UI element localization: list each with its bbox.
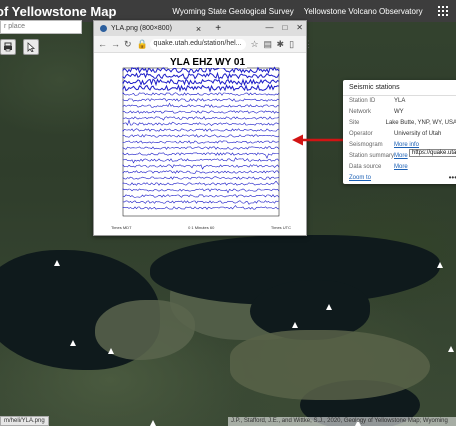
seismogram-trace (122, 110, 280, 114)
link-tooltip: https://quake.utah (409, 149, 456, 157)
station-marker[interactable] (448, 346, 454, 352)
seismogram-trace (122, 152, 280, 159)
popup-row-key: Network (349, 109, 372, 115)
popup-title: Seismic stations (343, 80, 456, 96)
popup-row-key: Seismogram (349, 142, 383, 148)
seismogram-trace (122, 157, 280, 164)
app-header: of Yellowstone Map Wyoming State Geologi… (0, 0, 456, 22)
seismogram-trace (122, 200, 280, 205)
browser-tab-title[interactable]: YLA.png (800×800) (111, 25, 172, 32)
popup-row-key: Operator (349, 131, 373, 137)
seismogram-trace (122, 119, 280, 127)
forward-icon[interactable]: → (111, 39, 120, 49)
back-icon[interactable]: ← (98, 39, 107, 49)
seismogram-trace (122, 78, 280, 87)
printer-icon (4, 42, 12, 52)
seismogram-trace (122, 91, 280, 96)
sidebar-icon[interactable]: ▯ (289, 39, 294, 50)
seismogram-trace (122, 128, 280, 133)
seismogram-image: YLA EHZ WY 01 Times MDT 0 1 Minutes 60 T… (111, 56, 291, 230)
red-arrow-annotation (292, 134, 348, 146)
seismogram-trace (122, 164, 280, 170)
search-input[interactable]: r place (0, 20, 82, 34)
land-area (230, 330, 430, 400)
station-marker[interactable] (108, 348, 114, 354)
seismogram-trace (122, 84, 280, 93)
cursor-icon (27, 42, 36, 52)
seismogram-trace (122, 116, 280, 121)
window-controls: — □ ✕ (265, 24, 303, 32)
seismogram-trace (122, 170, 280, 174)
seismogram-trace (122, 205, 279, 210)
station-marker[interactable] (70, 340, 76, 346)
popup-row: Network WY (343, 107, 456, 118)
seismogram-title: YLA EHZ WY 01 (168, 57, 248, 68)
extensions-icon[interactable]: ✱ (277, 39, 285, 50)
address-bar: ← → ↻ 🔒 quake.utah.edu/station/hel... ☆ … (94, 36, 313, 53)
popup-row-value: YLA (394, 98, 406, 104)
popup-row-key: Station ID (349, 98, 376, 104)
header-link-wsgs[interactable]: Wyoming State Geological Survey (172, 7, 293, 16)
url-field[interactable]: quake.utah.edu/station/hel... (149, 38, 246, 50)
browser-window[interactable]: YLA.png (800×800) × + — □ ✕ ← → ↻ 🔒 quak… (93, 20, 313, 236)
seismogram-footer: Times MDT 0 1 Minutes 60 Times UTC (111, 225, 291, 230)
select-tool-button[interactable] (23, 39, 39, 55)
wordpress-icon (100, 25, 107, 32)
seismogram-trace (122, 140, 280, 144)
popup-row-link[interactable]: More (394, 163, 408, 172)
seismogram-time-utc: Times UTC (270, 225, 291, 230)
station-marker[interactable] (437, 262, 443, 268)
close-icon[interactable]: ✕ (296, 24, 303, 32)
minimize-icon[interactable]: — (265, 24, 273, 32)
lock-icon[interactable]: 🔒 (137, 39, 148, 50)
print-button[interactable] (0, 39, 16, 55)
reading-mode-icon[interactable]: ▤ (264, 39, 273, 50)
app-title: of Yellowstone Map (0, 3, 117, 19)
close-tab-icon[interactable]: × (196, 24, 201, 34)
popup-attributes: Station ID YLA Network WY Site Lake Butte, YN… (343, 96, 456, 173)
seismogram-trace (122, 176, 280, 180)
station-marker[interactable] (326, 304, 332, 310)
more-menu-icon[interactable]: ⋮ (304, 39, 313, 50)
popup-row: Operator University of Utah (343, 129, 456, 140)
seismogram-trace (122, 180, 280, 186)
header-links: Wyoming State Geological Survey Yellowst… (172, 7, 422, 16)
seismogram-trace (122, 102, 280, 108)
maximize-icon[interactable]: □ (282, 24, 287, 32)
star-icon[interactable]: ☆ (251, 39, 259, 50)
map-attribution: J.P., Stafford, J.E., and Wittke, S.J., … (228, 417, 456, 426)
popup-row: Station ID YLA (343, 96, 456, 107)
seismogram-trace (122, 194, 280, 198)
popup-row: Site Lake Butte, YNP, WY, USA (343, 118, 456, 129)
popup-row: Data source More (343, 162, 456, 173)
station-marker[interactable] (292, 322, 298, 328)
header-link-yvo[interactable]: Yellowstone Volcano Observatory (304, 7, 423, 16)
app-launcher-icon[interactable] (438, 6, 448, 16)
seismogram-time-local: Times MDT (111, 225, 132, 230)
popup-row-value: WY (394, 109, 404, 115)
browser-titlebar[interactable]: YLA.png (800×800) × + — □ ✕ (94, 21, 306, 36)
popup-more-icon[interactable]: ••• (449, 174, 456, 182)
station-marker[interactable] (54, 260, 60, 266)
popup-row-link[interactable]: More (394, 152, 408, 161)
status-url: m/heli/YLA.png (0, 416, 49, 426)
station-marker[interactable] (150, 420, 156, 426)
seismogram-trace (122, 188, 280, 194)
seismogram-trace (122, 134, 280, 138)
station-popup[interactable]: Seismic stations Station ID YLA Network WY S… (343, 80, 456, 184)
reload-icon[interactable]: ↻ (124, 39, 132, 50)
popup-row-key: Site (349, 120, 360, 126)
zoom-to-link[interactable]: Zoom to (349, 175, 371, 181)
popup-row-value: Lake Butte, YNP, WY, USA (385, 120, 456, 126)
popup-row-key: Data source (349, 164, 382, 170)
seismogram-time-axis: 0 1 Minutes 60 (188, 225, 215, 230)
seismogram-traces (122, 66, 280, 217)
popup-row-value: University of Utah (394, 131, 442, 137)
seismogram-trace (122, 146, 280, 150)
popup-row-key: Station summary (349, 153, 395, 159)
seismogram-trace (122, 98, 280, 102)
seismogram-trace (122, 71, 280, 80)
new-tab-icon[interactable]: + (215, 23, 221, 34)
